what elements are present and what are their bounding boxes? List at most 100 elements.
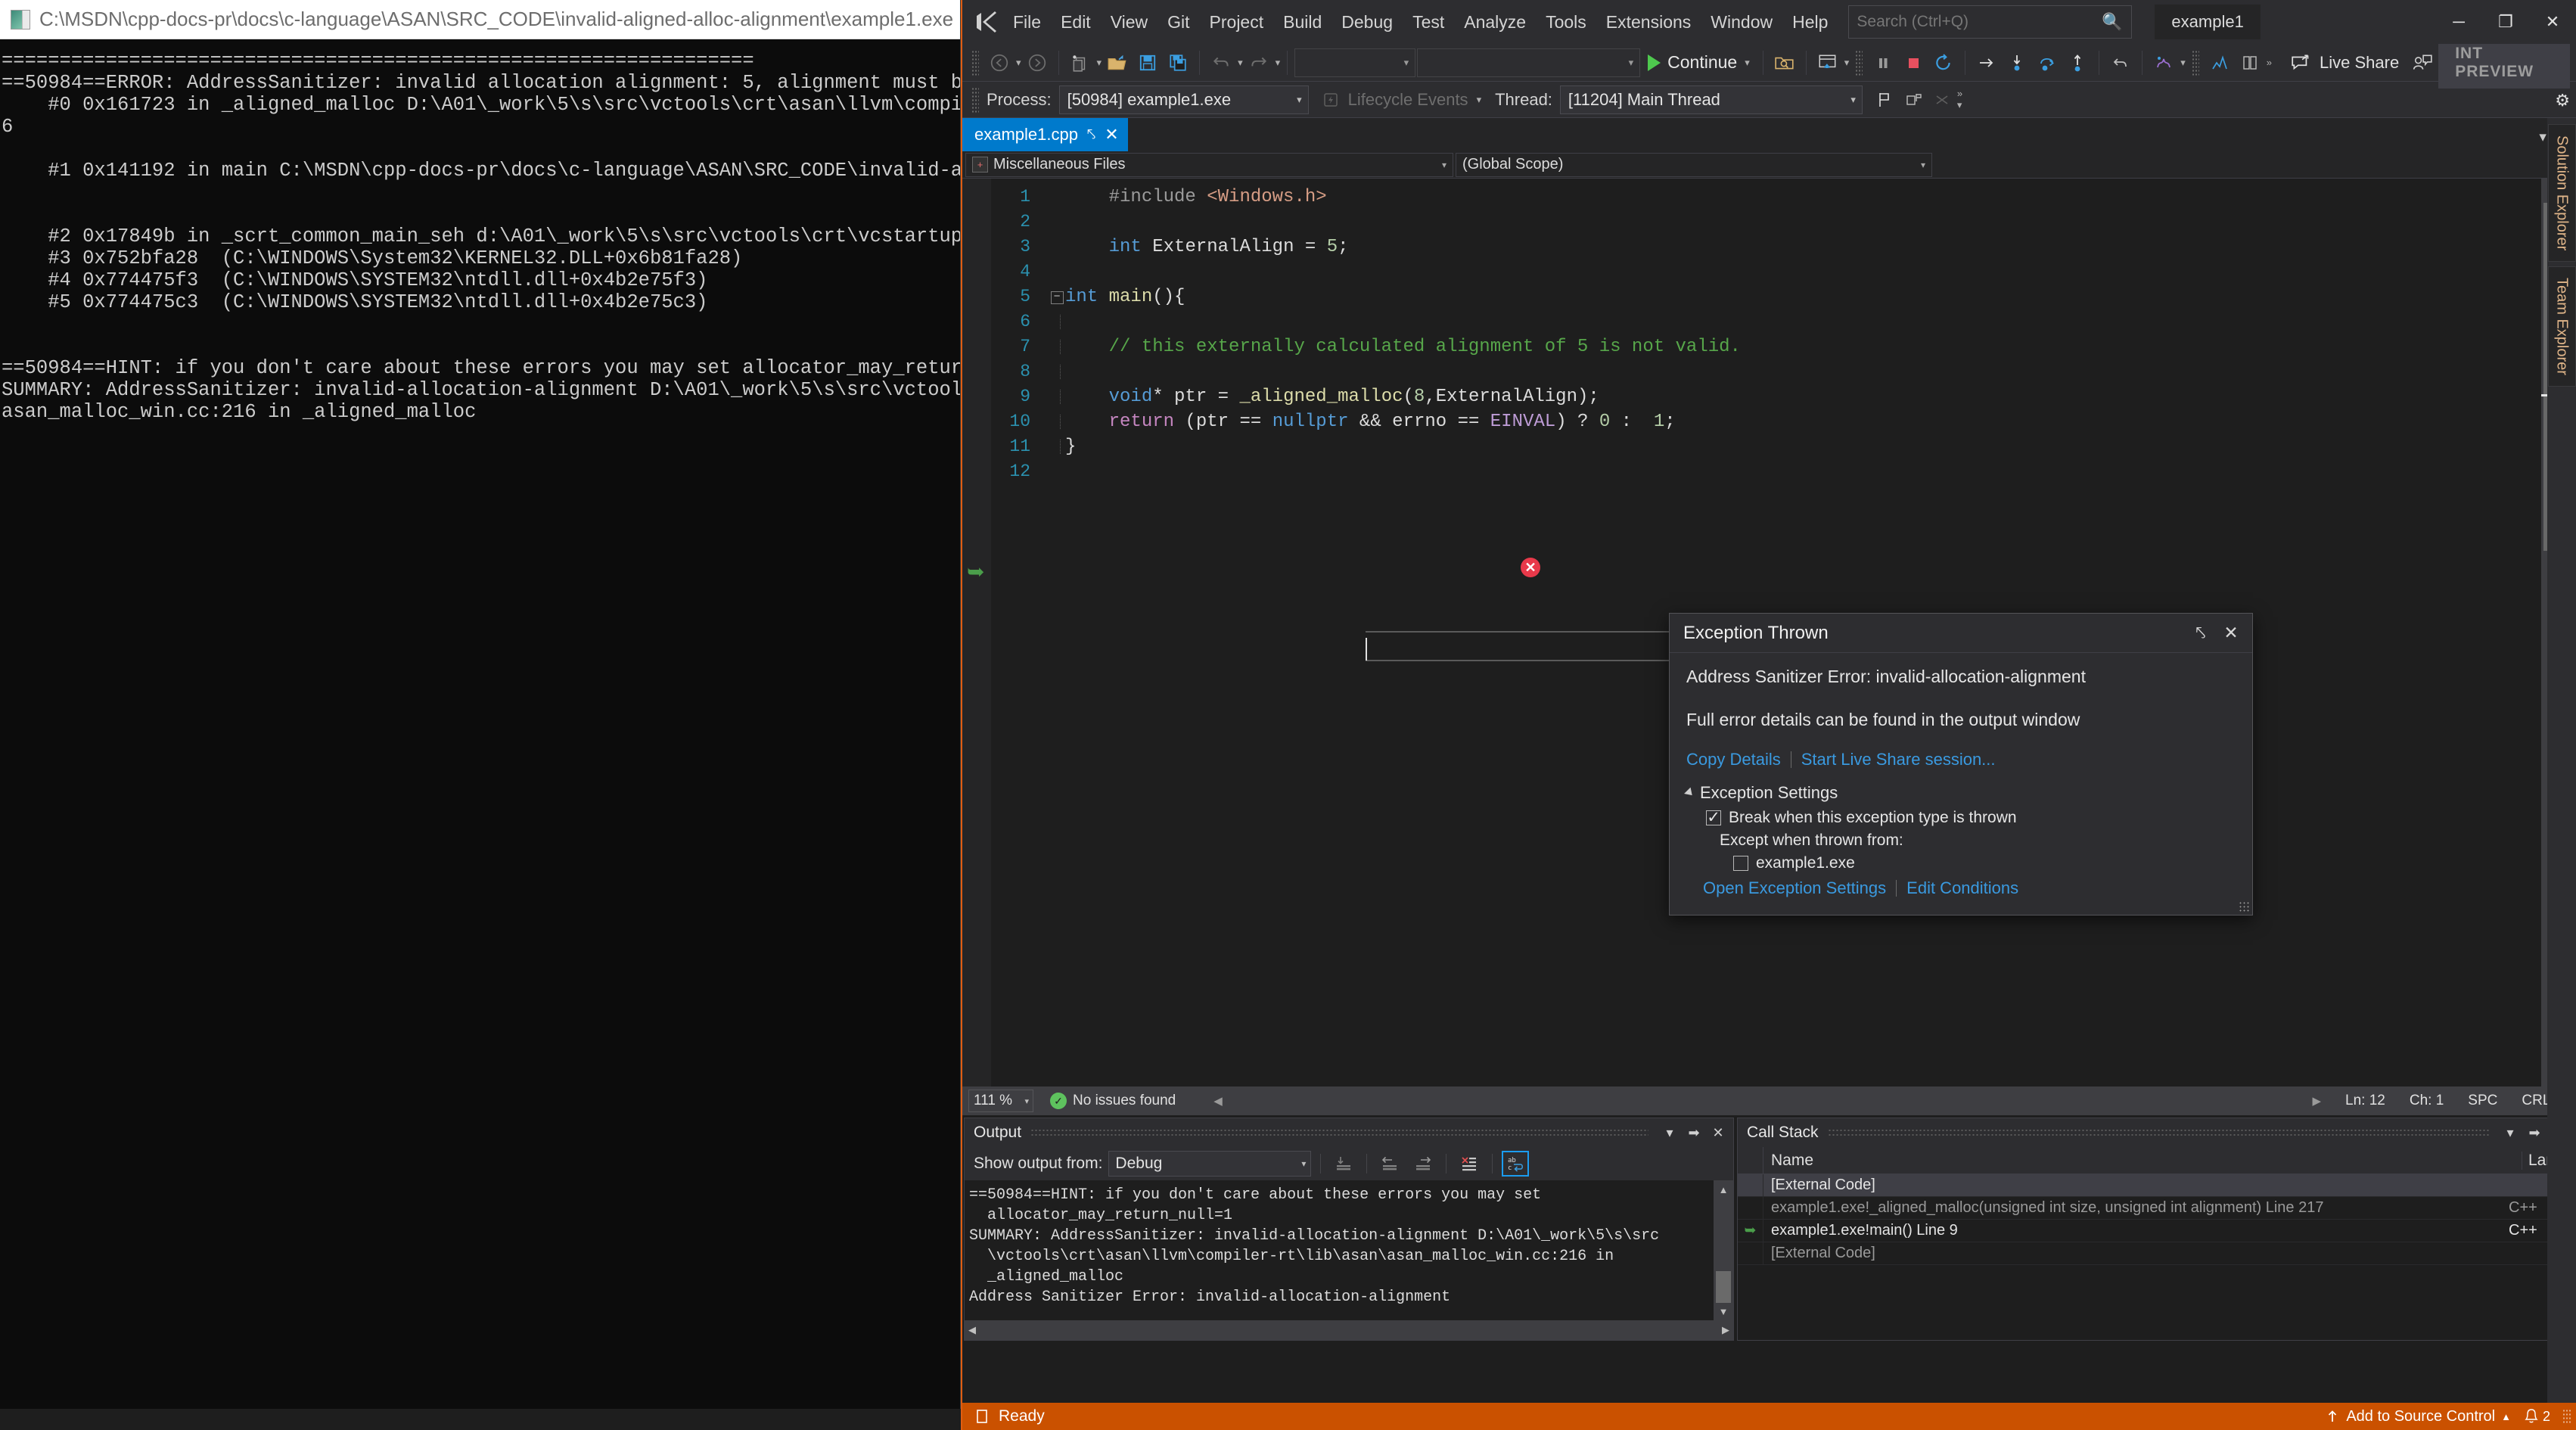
- pin-tab-icon[interactable]: ⤣: [1087, 126, 1095, 144]
- windows-list-icon[interactable]: [2236, 48, 2264, 78]
- except-module-checkbox[interactable]: [1733, 856, 1748, 871]
- output-horizontal-scrollbar[interactable]: ◀ ▶: [965, 1320, 1733, 1340]
- continue-button[interactable]: Continue ▾: [1642, 48, 1756, 78]
- member-scope-combo[interactable]: (Global Scope) ▾: [1456, 152, 1932, 177]
- minimize-button[interactable]: ─: [2435, 0, 2482, 44]
- menu-analyze[interactable]: Analyze: [1454, 6, 1536, 39]
- output-content-area[interactable]: ==50984==HINT: if you don't care about t…: [965, 1180, 1733, 1320]
- call-stack-row[interactable]: [External Code]: [1738, 1174, 2554, 1197]
- panel-menu-icon[interactable]: ▾: [1658, 1121, 1682, 1145]
- menu-window[interactable]: Window: [1701, 6, 1782, 39]
- exception-settings-header[interactable]: Exception Settings: [1684, 783, 2236, 803]
- add-to-source-control-button[interactable]: Add to Source Control ▲: [2325, 1408, 2511, 1425]
- pin-panel-icon[interactable]: ➡: [1682, 1121, 1706, 1145]
- tool-window-settings-icon[interactable]: ⚙: [2555, 91, 2570, 110]
- go-to-next-message-icon[interactable]: [1409, 1151, 1437, 1177]
- undo-dropdown-icon[interactable]: ▾: [1238, 57, 1243, 69]
- toolbar-grip[interactable]: [2191, 49, 2199, 76]
- zoom-level-combo[interactable]: 111 % ▾: [968, 1090, 1033, 1112]
- hot-reload-icon[interactable]: [1770, 48, 1799, 78]
- fold-margin[interactable]: [1049, 384, 1065, 409]
- close-tab-icon[interactable]: ✕: [1105, 125, 1118, 145]
- menu-git[interactable]: Git: [1157, 6, 1199, 39]
- close-panel-icon[interactable]: ✕: [1706, 1121, 1730, 1145]
- diagnostic-tools-icon[interactable]: [2205, 48, 2234, 78]
- call-stack-row[interactable]: ➥ example1.exe!main() Line 9 C++: [1738, 1220, 2554, 1242]
- fold-margin[interactable]: [1049, 359, 1065, 384]
- find-message-icon[interactable]: [1330, 1151, 1357, 1177]
- undo-nav-icon[interactable]: [2106, 48, 2135, 78]
- new-item-icon[interactable]: [1066, 48, 1095, 78]
- menu-build[interactable]: Build: [1273, 6, 1332, 39]
- pin-dialog-icon[interactable]: ⤣: [2186, 618, 2216, 648]
- step-over-icon[interactable]: [2033, 48, 2062, 78]
- panel-drag-handle[interactable]: [1030, 1128, 1648, 1137]
- search-input[interactable]: Search (Ctrl+Q) 🔍: [1848, 5, 2133, 39]
- error-bullet-icon[interactable]: ✕: [1521, 558, 1540, 577]
- menu-edit[interactable]: Edit: [1051, 6, 1101, 39]
- editor-horizontal-scrollbar[interactable]: [1230, 1095, 2305, 1107]
- navigate-backward-icon[interactable]: [985, 48, 1014, 78]
- threads-dropdown-icon[interactable]: ▾: [2180, 57, 2186, 69]
- clear-all-icon[interactable]: [1456, 1151, 1483, 1177]
- panel-drag-handle[interactable]: [1827, 1128, 2489, 1137]
- close-dialog-icon[interactable]: ✕: [2216, 618, 2246, 648]
- resize-grip[interactable]: [2239, 901, 2249, 912]
- process-combo[interactable]: [50984] example1.exe ▾: [1058, 85, 1309, 114]
- save-icon[interactable]: [1133, 48, 1162, 78]
- hot-restart-icon[interactable]: [1813, 48, 1842, 78]
- scroll-right-icon[interactable]: ▶: [2313, 1094, 2322, 1108]
- fold-margin[interactable]: [1049, 409, 1065, 434]
- column-header-name[interactable]: Name: [1763, 1151, 2522, 1170]
- feedback-icon[interactable]: [2408, 48, 2437, 78]
- flag-icon[interactable]: [1870, 85, 1899, 115]
- panel-menu-icon[interactable]: ▾: [2498, 1121, 2522, 1145]
- toolbar-grip[interactable]: [1855, 49, 1863, 76]
- scroll-left-icon[interactable]: ◀: [1213, 1094, 1223, 1108]
- code-editor[interactable]: ➥ 1 #include <Windows.h> 2 3 int Externa…: [962, 179, 2576, 1086]
- menu-file[interactable]: File: [1003, 6, 1051, 39]
- step-into-icon[interactable]: [2003, 48, 2031, 78]
- sidebar-item-team-explorer[interactable]: Team Explorer: [2547, 266, 2576, 387]
- start-live-share-link[interactable]: Start Live Share session...: [1801, 750, 1996, 769]
- fold-margin[interactable]: −: [1049, 284, 1065, 309]
- fold-margin[interactable]: [1049, 309, 1065, 334]
- break-when-thrown-checkbox[interactable]: ✓: [1706, 810, 1721, 825]
- tab-list-dropdown-icon[interactable]: ▾: [2539, 129, 2546, 146]
- platform-combo[interactable]: ▾: [1417, 48, 1641, 77]
- redo-icon[interactable]: [1244, 48, 1273, 78]
- redo-dropdown-icon[interactable]: ▾: [1276, 57, 1281, 69]
- resize-grip[interactable]: [2562, 1409, 2571, 1424]
- break-when-thrown-row[interactable]: ✓ Break when this exception type is thro…: [1706, 809, 2236, 827]
- continue-dropdown-icon[interactable]: ▾: [1745, 57, 1750, 69]
- save-all-icon[interactable]: [1164, 48, 1192, 78]
- flag-threads-icon[interactable]: [1899, 85, 1928, 115]
- menu-help[interactable]: Help: [1782, 6, 1838, 39]
- menu-test[interactable]: Test: [1403, 6, 1454, 39]
- live-share-button[interactable]: Live Share: [2282, 48, 2407, 78]
- show-output-from-combo[interactable]: Debug ▾: [1108, 1151, 1312, 1177]
- go-to-previous-message-icon[interactable]: [1376, 1151, 1403, 1177]
- open-file-icon[interactable]: [1103, 48, 1132, 78]
- scroll-left-icon[interactable]: ◀: [968, 1324, 976, 1336]
- scroll-right-icon[interactable]: ▶: [1722, 1324, 1729, 1336]
- sidebar-item-solution-explorer[interactable]: Solution Explorer: [2547, 124, 2576, 263]
- except-module-row[interactable]: example1.exe: [1733, 854, 2236, 872]
- menu-extensions[interactable]: Extensions: [1596, 6, 1701, 39]
- toolbar-grip[interactable]: [971, 49, 979, 76]
- toolbar-overflow-icon[interactable]: »: [2267, 57, 2272, 68]
- undo-icon[interactable]: [1207, 48, 1235, 78]
- fold-margin[interactable]: [1049, 434, 1065, 459]
- tab-example1-cpp[interactable]: example1.cpp ⤣ ✕: [962, 118, 1128, 151]
- navigate-backward-dropdown-icon[interactable]: ▾: [1016, 57, 1021, 69]
- indentation-indicator[interactable]: SPC: [2468, 1093, 2497, 1109]
- open-exception-settings-link[interactable]: Open Exception Settings: [1703, 878, 1886, 898]
- exception-thrown-dialog[interactable]: Exception Thrown ⤣ ✕ Address Sanitizer E…: [1669, 613, 2253, 916]
- issues-indicator[interactable]: ✓ No issues found: [1050, 1093, 1176, 1109]
- menu-project[interactable]: Project: [1200, 6, 1274, 39]
- toggle-word-wrap-icon[interactable]: ab c: [1502, 1151, 1530, 1177]
- notifications-button[interactable]: 2: [2517, 1407, 2556, 1425]
- restart-icon[interactable]: [1929, 48, 1958, 78]
- show-next-statement-icon[interactable]: [1972, 48, 2001, 78]
- scrollbar-thumb[interactable]: [1716, 1271, 1731, 1303]
